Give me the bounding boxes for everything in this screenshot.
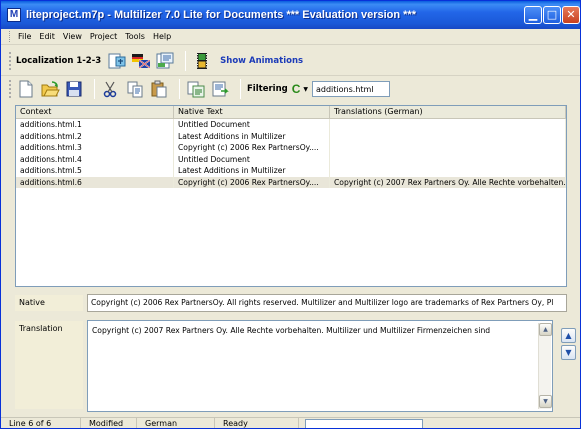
cell-context: additions.html.2 bbox=[16, 130, 174, 142]
cell-translation bbox=[330, 119, 566, 131]
open-folder-icon[interactable] bbox=[40, 79, 60, 99]
toolbar-grip[interactable] bbox=[9, 51, 12, 70]
table-row[interactable]: additions.html.4 Untitled Document bbox=[16, 153, 566, 165]
cell-native: Untitled Document bbox=[174, 153, 330, 165]
export-icon[interactable] bbox=[210, 79, 230, 99]
localization-toolbar: Localization 1-2-3 Show Animations bbox=[1, 46, 580, 76]
toolbar-separator bbox=[185, 50, 187, 71]
cell-context: additions.html.3 bbox=[16, 142, 174, 154]
status-progress-bar bbox=[305, 418, 423, 428]
column-header-context[interactable]: Context bbox=[16, 106, 174, 118]
menu-project[interactable]: Project bbox=[90, 32, 117, 41]
filtering-label: Filtering bbox=[247, 84, 288, 94]
cell-context: additions.html.6 bbox=[16, 176, 174, 188]
status-ready: Ready bbox=[215, 417, 299, 428]
menu-file[interactable]: File bbox=[18, 32, 31, 41]
cell-native: Untitled Document bbox=[174, 119, 330, 131]
translation-scrollbar[interactable]: ▲ ▼ bbox=[538, 323, 552, 409]
scroll-up-icon[interactable]: ▲ bbox=[539, 323, 552, 336]
cell-translation: Copyright (c) 2007 Rex Partners Oy. Alle… bbox=[330, 176, 566, 188]
native-label: Native bbox=[15, 295, 83, 311]
menu-help[interactable]: Help bbox=[153, 32, 171, 41]
toolbar-separator bbox=[94, 79, 95, 99]
toolbar-separator bbox=[179, 79, 180, 99]
table-row[interactable]: additions.html.5 Latest Additions in Mul… bbox=[16, 165, 566, 177]
cut-icon[interactable] bbox=[101, 79, 121, 99]
grid-header: Context Native Text Translations (German… bbox=[16, 106, 566, 119]
native-text-field[interactable]: Copyright (c) 2006 Rex PartnersOy. All r… bbox=[87, 294, 567, 312]
toolbar-separator bbox=[240, 79, 241, 99]
table-row-selected[interactable]: additions.html.6 Copyright (c) 2006 Rex … bbox=[16, 176, 566, 188]
app-icon[interactable]: M bbox=[7, 8, 21, 22]
properties-icon[interactable] bbox=[186, 79, 206, 99]
toolbar-grip[interactable] bbox=[9, 80, 12, 98]
status-modified: Modified bbox=[81, 417, 137, 428]
filter-icon[interactable]: C bbox=[292, 82, 301, 96]
next-string-button[interactable]: ▼ bbox=[561, 345, 576, 360]
window-title: liteproject.m7p - Multilizer 7.0 Lite fo… bbox=[26, 9, 416, 21]
cell-translation bbox=[330, 153, 566, 165]
status-language: German bbox=[137, 417, 215, 428]
cell-native: Copyright (c) 2006 Rex PartnersOy.... bbox=[174, 142, 330, 154]
cell-native: Latest Additions in Multilizer bbox=[174, 165, 330, 177]
column-header-native[interactable]: Native Text bbox=[174, 106, 330, 118]
minimize-button[interactable]: ▁ bbox=[524, 6, 542, 24]
filter-input[interactable] bbox=[312, 81, 390, 97]
standard-toolbar: Filtering C ▼ bbox=[1, 76, 580, 102]
strings-grid: Context Native Text Translations (German… bbox=[15, 105, 567, 287]
table-row[interactable]: additions.html.3 Copyright (c) 2006 Rex … bbox=[16, 142, 566, 154]
translate-icon[interactable] bbox=[131, 51, 151, 71]
build-icon[interactable] bbox=[155, 51, 175, 71]
translation-editor[interactable]: Copyright (c) 2007 Rex Partners Oy. Alle… bbox=[87, 320, 553, 412]
filter-dropdown-arrow[interactable]: ▼ bbox=[303, 86, 308, 93]
save-icon[interactable] bbox=[64, 79, 84, 99]
maximize-button[interactable]: □ bbox=[543, 6, 561, 24]
column-header-translation[interactable]: Translations (German) bbox=[330, 106, 566, 118]
title-bar[interactable]: M liteproject.m7p - Multilizer 7.0 Lite … bbox=[1, 1, 580, 29]
menu-tools[interactable]: Tools bbox=[125, 32, 145, 41]
cell-context: additions.html.1 bbox=[16, 119, 174, 131]
translation-label: Translation bbox=[15, 321, 83, 409]
film-icon[interactable] bbox=[192, 51, 212, 71]
menu-grip[interactable] bbox=[9, 31, 12, 42]
cell-native: Latest Additions in Multilizer bbox=[174, 130, 330, 142]
close-button[interactable]: ✕ bbox=[562, 6, 580, 24]
new-file-icon[interactable] bbox=[16, 79, 36, 99]
scroll-down-icon[interactable]: ▼ bbox=[539, 395, 552, 408]
cell-native: Copyright (c) 2006 Rex PartnersOy.... bbox=[174, 176, 330, 188]
previous-string-button[interactable]: ▲ bbox=[561, 328, 576, 343]
menu-view[interactable]: View bbox=[63, 32, 82, 41]
cell-context: additions.html.5 bbox=[16, 165, 174, 177]
menu-bar: File Edit View Project Tools Help bbox=[1, 29, 580, 45]
table-row[interactable]: additions.html.1 Untitled Document bbox=[16, 119, 566, 131]
paste-icon[interactable] bbox=[149, 79, 169, 99]
localization-label: Localization 1-2-3 bbox=[16, 55, 102, 66]
table-row[interactable]: additions.html.2 Latest Additions in Mul… bbox=[16, 130, 566, 142]
cell-translation bbox=[330, 142, 566, 154]
show-animations-button[interactable]: Show Animations bbox=[220, 56, 303, 66]
cell-translation bbox=[330, 165, 566, 177]
status-line: Line 6 of 6 bbox=[1, 417, 81, 428]
cell-translation bbox=[330, 130, 566, 142]
menu-edit[interactable]: Edit bbox=[39, 32, 55, 41]
status-bar: Line 6 of 6 Modified German Ready bbox=[1, 417, 580, 428]
copy-icon[interactable] bbox=[125, 79, 145, 99]
app-window: M liteproject.m7p - Multilizer 7.0 Lite … bbox=[0, 0, 581, 429]
cell-context: additions.html.4 bbox=[16, 153, 174, 165]
scan-icon[interactable] bbox=[107, 51, 127, 71]
